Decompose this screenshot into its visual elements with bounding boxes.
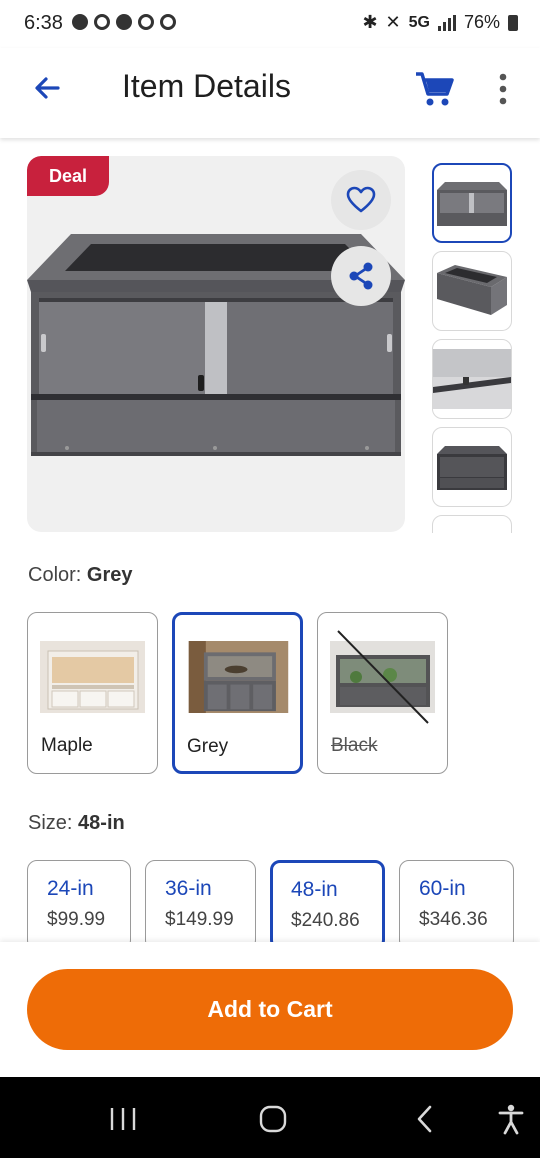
accessibility-icon[interactable] — [491, 1099, 531, 1139]
size-price: $99.99 — [47, 909, 106, 930]
system-status: ✱ ✕ 5G 76% — [362, 12, 518, 33]
size-label: Size: 48-in — [28, 812, 125, 835]
size-value: 36-in — [165, 877, 212, 900]
home-icon[interactable] — [253, 1099, 293, 1139]
battery-level: 76% — [463, 12, 500, 32]
color-swatch-grey[interactable]: Grey — [172, 612, 303, 774]
size-option-36[interactable]: 36-in $149.99 — [145, 860, 256, 950]
bluetooth-icon: ✱ — [362, 12, 378, 32]
color-swatch-maple[interactable]: Maple — [27, 612, 158, 774]
size-price: $240.86 — [291, 910, 360, 931]
page-title: Item Details — [122, 68, 291, 104]
color-swatch-black[interactable]: Black — [317, 612, 448, 774]
more-vertical-icon[interactable] — [488, 68, 518, 108]
status-time: 6:38 — [24, 12, 63, 34]
mute-icon: ✕ — [385, 12, 401, 32]
notification-icon — [138, 14, 154, 30]
thumbnail-image — [437, 446, 507, 490]
size-option-24[interactable]: 24-in $99.99 — [27, 860, 131, 950]
color-swatch-name: Black — [331, 735, 378, 756]
app-header: Item Details — [0, 48, 540, 138]
size-label-text: Size: — [28, 812, 73, 834]
heart-icon — [346, 186, 376, 213]
shopping-cart-icon[interactable] — [412, 66, 456, 110]
back-icon[interactable] — [405, 1099, 445, 1139]
color-label-text: Color: — [28, 564, 82, 586]
share-button[interactable] — [331, 246, 391, 306]
color-swatch-name: Maple — [41, 735, 93, 756]
thumbnail-3[interactable] — [432, 339, 512, 419]
thumbnail-4[interactable] — [432, 427, 512, 507]
size-selected-value: 48-in — [78, 812, 125, 834]
size-value: 60-in — [419, 877, 466, 900]
favorite-button[interactable] — [331, 170, 391, 230]
size-price: $149.99 — [165, 909, 234, 930]
thumbnail-strip — [432, 163, 514, 533]
size-price: $346.36 — [419, 909, 488, 930]
notification-icon — [116, 14, 132, 30]
notification-icons — [72, 14, 176, 30]
size-option-60[interactable]: 60-in $346.36 — [399, 860, 514, 950]
size-value: 24-in — [47, 877, 94, 900]
product-main-image[interactable]: Deal — [27, 156, 405, 532]
add-to-cart-button[interactable]: Add to Cart — [27, 969, 513, 1050]
bottom-action-bar: Add to Cart — [0, 942, 540, 1077]
recent-apps-icon[interactable] — [103, 1099, 143, 1139]
share-icon — [349, 262, 373, 290]
system-nav-bar — [0, 1077, 540, 1158]
thumbnail-1[interactable] — [432, 163, 512, 243]
notification-icon — [160, 14, 176, 30]
size-value: 48-in — [291, 878, 338, 901]
network-type: 5G — [408, 13, 430, 31]
thumbnail-image — [433, 349, 511, 409]
thumbnail-image — [437, 265, 507, 315]
status-bar: 6:38 ✱ ✕ 5G 76% — [0, 0, 540, 48]
notification-icon — [72, 14, 88, 30]
back-arrow-icon[interactable] — [28, 68, 68, 108]
color-swatch-name: Grey — [187, 736, 229, 757]
thumbnail-2[interactable] — [432, 251, 512, 331]
thumbnail-image — [437, 182, 507, 226]
maple-swatch-image — [40, 641, 145, 713]
color-selected-value: Grey — [86, 564, 133, 586]
grey-swatch-image — [188, 641, 289, 713]
thumbnail-5[interactable] — [432, 515, 512, 533]
signal-icon — [437, 14, 456, 31]
size-option-48[interactable]: 48-in $240.86 — [270, 860, 385, 950]
notification-icon — [94, 14, 110, 30]
battery-icon — [508, 14, 518, 31]
color-label: Color: Grey — [28, 564, 133, 587]
deal-badge: Deal — [27, 156, 110, 196]
